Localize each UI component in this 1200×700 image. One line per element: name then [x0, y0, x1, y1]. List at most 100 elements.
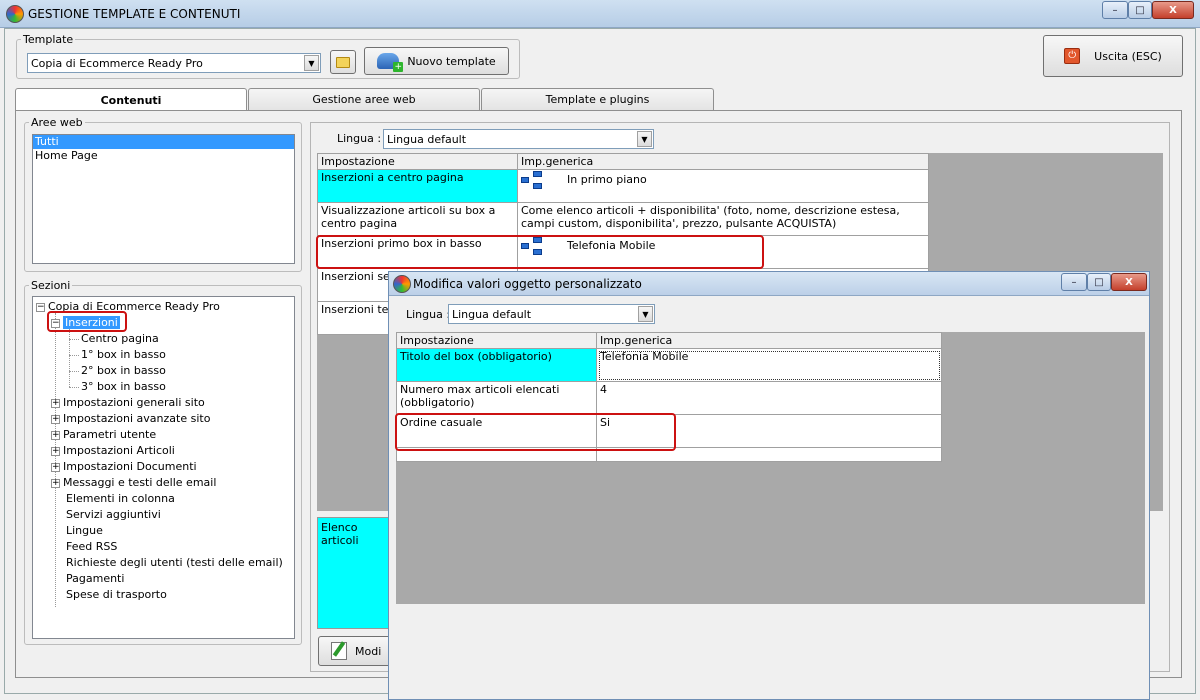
lingua-label: Lingua :: [337, 132, 382, 145]
tree-item-impostazioni-documenti[interactable]: + Impostazioni Documenti: [51, 459, 197, 475]
grid-header-imp-generica: Imp.generica: [517, 153, 929, 170]
sezioni-tree[interactable]: − Copia di Ecommerce Ready Pro − Inserzion…: [32, 296, 295, 639]
tree-item-impostazioni-articoli[interactable]: + Impostazioni Articoli: [51, 443, 175, 459]
app-icon: [6, 5, 24, 23]
main-titlebar: GESTIONE TEMPLATE E CONTENUTI – □ X: [0, 0, 1200, 28]
dialog-close-button[interactable]: X: [1111, 273, 1147, 291]
tree-item-label: Impostazioni Documenti: [63, 460, 197, 473]
grid-cell-value-text: In primo piano: [567, 173, 647, 186]
tree-item-messaggi-email[interactable]: + Messaggi e testi delle email: [51, 475, 216, 491]
sezioni-legend: Sezioni: [31, 279, 71, 292]
tree-item-parametri-utente[interactable]: + Parametri utente: [51, 427, 156, 443]
tree-item-label: Impostazioni avanzate sito: [63, 412, 211, 425]
modify-button[interactable]: Modi: [318, 636, 393, 666]
edit-icon: [331, 641, 347, 660]
description-box: Elenco articoli: [317, 517, 392, 629]
highlight-annotation: [395, 413, 676, 451]
chevron-down-icon[interactable]: ▼: [304, 55, 319, 71]
tree-item-box-2[interactable]: 2° box in basso: [81, 363, 166, 379]
new-template-label: Nuovo template: [407, 54, 496, 68]
expand-icon[interactable]: +: [51, 478, 60, 488]
tree-item-centro-pagina[interactable]: Centro pagina: [81, 331, 159, 347]
grid-cell-name: Visualizzazione articoli su box a centro…: [317, 202, 518, 236]
dialog-grid-header-imp-generica: Imp.generica: [596, 332, 942, 349]
dialog-minimize-button[interactable]: –: [1061, 273, 1087, 291]
tab-template-plugins[interactable]: Template e plugins: [481, 88, 714, 110]
dialog-lingua-select[interactable]: Lingua default ▼: [448, 304, 655, 324]
description-text: Elenco articoli: [321, 521, 359, 547]
dialog-maximize-button[interactable]: □: [1087, 273, 1111, 291]
window-title: GESTIONE TEMPLATE E CONTENUTI: [28, 7, 241, 21]
expand-icon[interactable]: +: [51, 462, 60, 472]
tree-line: [69, 355, 79, 356]
lingua-select[interactable]: Lingua default ▼: [383, 129, 654, 149]
highlight-annotation: [316, 235, 764, 269]
tree-item-richieste[interactable]: Richieste degli utenti (testi delle emai…: [66, 555, 283, 571]
dialog-lingua-value: Lingua default: [452, 308, 532, 321]
tree-item-pagamenti[interactable]: Pagamenti: [66, 571, 124, 587]
open-folder-button[interactable]: [330, 50, 356, 74]
tree-item-label: Impostazioni Articoli: [63, 444, 175, 457]
tab-gestione-aree-web[interactable]: Gestione aree web: [248, 88, 480, 110]
expand-icon[interactable]: +: [51, 398, 60, 408]
new-template-icon: +: [377, 53, 404, 72]
dialog-grid-cell-value[interactable]: 4: [596, 381, 942, 415]
expand-icon[interactable]: +: [51, 414, 60, 424]
dialog-lingua-label: Lingua :: [406, 308, 451, 321]
tree-line: [69, 387, 79, 388]
new-template-button[interactable]: + Nuovo template: [364, 47, 509, 75]
tree-item-feed-rss[interactable]: Feed RSS: [66, 539, 117, 555]
tree-item-label: Impostazioni generali sito: [63, 396, 205, 409]
close-button[interactable]: X: [1152, 1, 1194, 19]
exit-button[interactable]: ⏻ Uscita (ESC): [1043, 35, 1183, 77]
list-item[interactable]: Home Page: [33, 149, 294, 163]
template-select-value: Copia di Ecommerce Ready Pro: [31, 57, 203, 70]
modify-label: Modi: [355, 644, 382, 658]
tree-item-lingue[interactable]: Lingue: [66, 523, 103, 539]
tree-line: [69, 371, 79, 372]
dialog-titlebar: Modifica valori oggetto personalizzato –…: [389, 272, 1149, 296]
grid-cell-value[interactable]: Come elenco articoli + disponibilita' (f…: [517, 202, 929, 236]
dialog-grid-cell-name: Titolo del box (obbligatorio): [396, 348, 597, 382]
collapse-icon[interactable]: −: [36, 302, 45, 312]
maximize-button[interactable]: □: [1128, 1, 1152, 19]
chevron-down-icon[interactable]: ▼: [637, 131, 652, 147]
tree-item-impostazioni-generali[interactable]: + Impostazioni generali sito: [51, 395, 205, 411]
tree-item-box-1[interactable]: 1° box in basso: [81, 347, 166, 363]
exit-label: Uscita (ESC): [1094, 49, 1162, 63]
grid-cell-name: Inserzioni a centro pagina: [317, 169, 518, 203]
dialog-grid-cell-name: Numero max articoli elencati (obbligator…: [396, 381, 597, 415]
dialog-app-icon: [393, 275, 411, 293]
expand-icon[interactable]: +: [51, 446, 60, 456]
dialog-title: Modifica valori oggetto personalizzato: [413, 277, 642, 291]
edit-values-dialog: Modifica valori oggetto personalizzato –…: [388, 271, 1150, 700]
tree-item-impostazioni-avanzate[interactable]: + Impostazioni avanzate sito: [51, 411, 210, 427]
tab-contenuti[interactable]: Contenuti: [15, 88, 247, 112]
aree-web-list[interactable]: Tutti Home Page: [32, 134, 295, 264]
tree-item-box-3[interactable]: 3° box in basso: [81, 379, 166, 395]
grid-header-impostazione: Impostazione: [317, 153, 518, 170]
tree-item-elementi-colonna[interactable]: Elementi in colonna: [66, 491, 175, 507]
list-item[interactable]: Tutti: [33, 135, 294, 149]
tree-item-label: Parametri utente: [63, 428, 157, 441]
dialog-grid-header-impostazione: Impostazione: [396, 332, 597, 349]
folder-icon: [336, 56, 350, 68]
table-row[interactable]: Titolo del box (obbligatorio) Telefonia …: [396, 348, 942, 382]
tree-item-spese-trasporto[interactable]: Spese di trasporto: [66, 587, 167, 603]
tree-line: [69, 339, 79, 340]
tree-item-label: Messaggi e testi delle email: [63, 476, 217, 489]
power-icon: ⏻: [1064, 48, 1081, 64]
template-legend: Template: [23, 33, 74, 46]
table-row[interactable]: Inserzioni a centro pagina In primo pian…: [317, 169, 929, 203]
dialog-grid-cell-value[interactable]: Telefonia Mobile: [596, 348, 942, 382]
highlight-annotation: [47, 311, 127, 332]
grid-cell-value[interactable]: In primo piano: [517, 169, 929, 203]
minimize-button[interactable]: –: [1102, 1, 1128, 19]
chevron-down-icon[interactable]: ▼: [638, 306, 653, 322]
template-select[interactable]: Copia di Ecommerce Ready Pro ▼: [27, 53, 321, 73]
expand-icon[interactable]: +: [51, 430, 60, 440]
node-tree-icon: [521, 171, 543, 189]
tree-item-servizi[interactable]: Servizi aggiuntivi: [66, 507, 161, 523]
table-row[interactable]: Visualizzazione articoli su box a centro…: [317, 202, 929, 236]
table-row[interactable]: Numero max articoli elencati (obbligator…: [396, 381, 942, 415]
